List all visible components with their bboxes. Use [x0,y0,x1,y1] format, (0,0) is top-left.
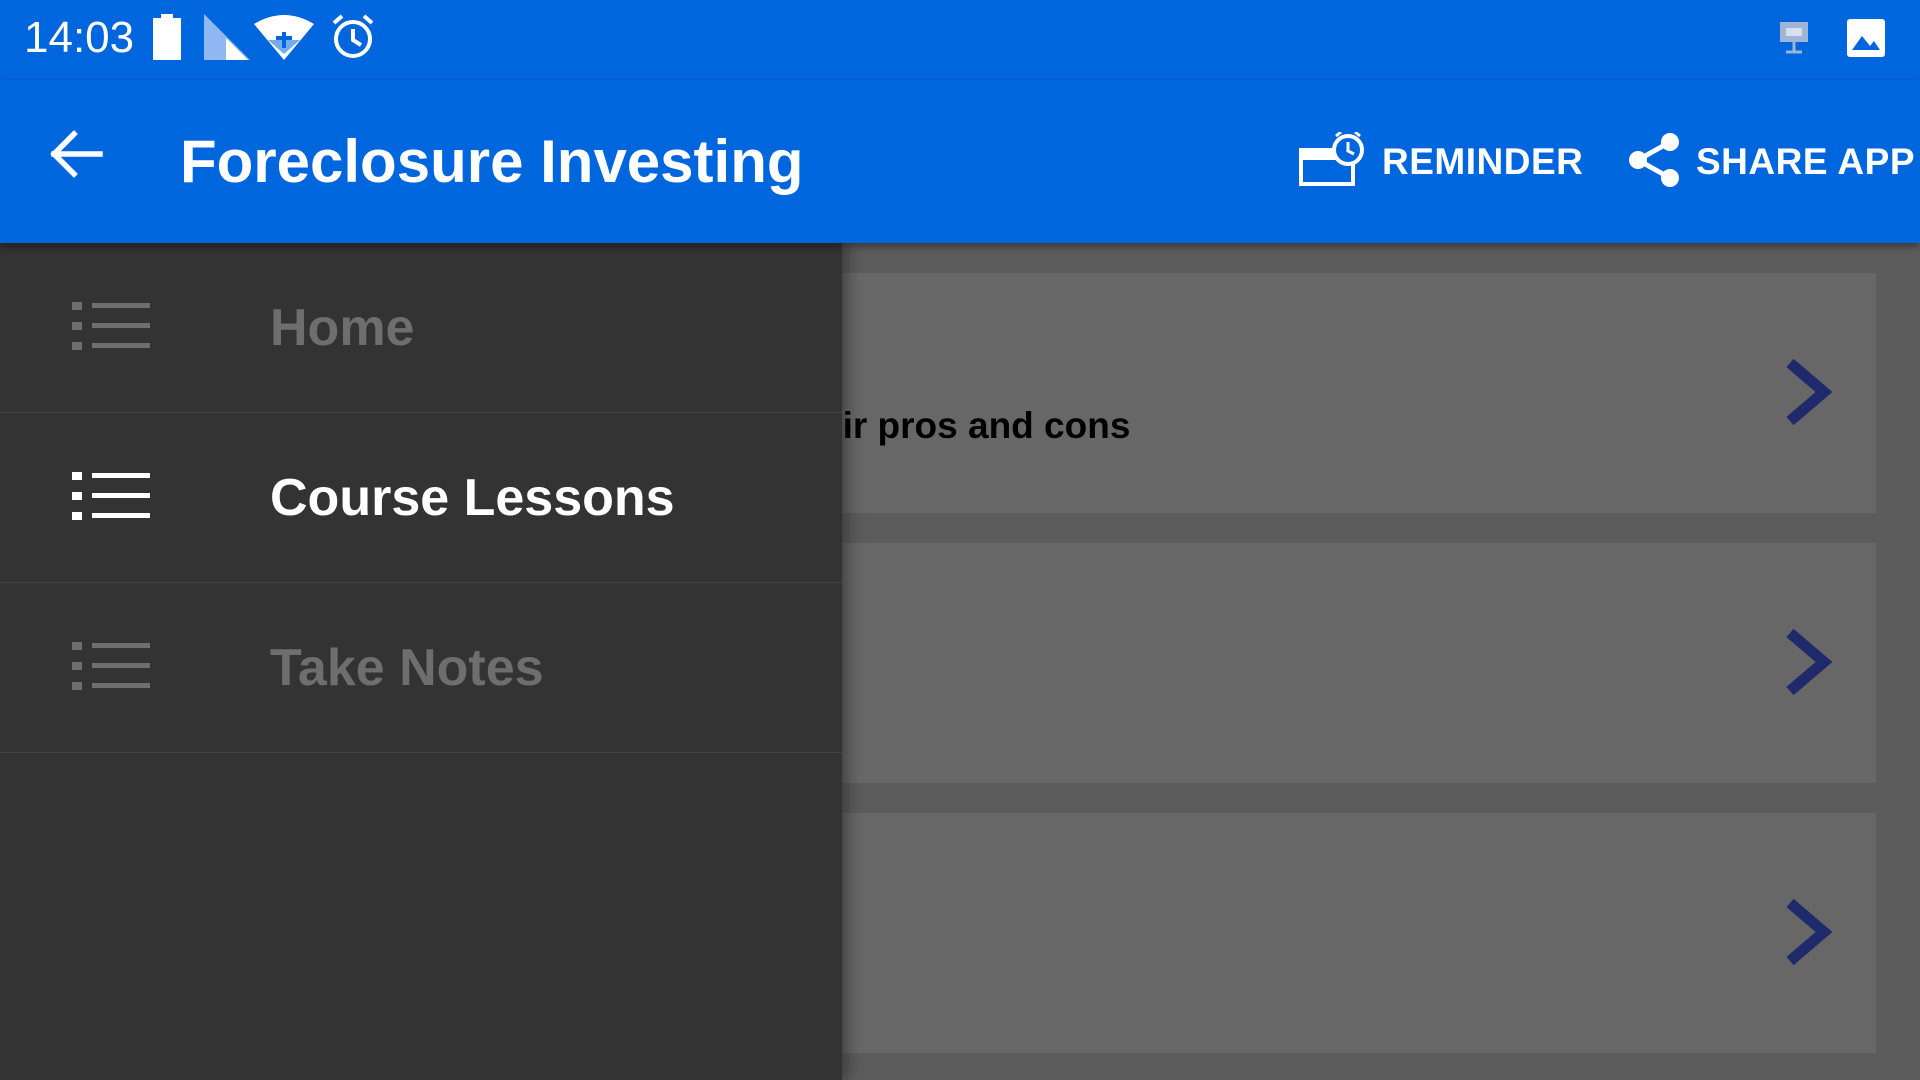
lesson-card[interactable]: s [822,813,1876,1053]
battery-icon [152,14,182,65]
app-bar: Foreclosure Investing REMINDER SHARE APP [0,80,1920,243]
signal-icon [204,14,250,65]
back-button[interactable] [48,126,118,196]
lesson-card[interactable]: eir pros and cons [822,273,1876,513]
cast-icon [1778,20,1810,61]
alarm-icon [330,14,376,65]
status-time: 14:03 [24,13,135,62]
drawer-item-label: Home [270,299,415,357]
list-icon [72,470,150,527]
app-title: Foreclosure Investing [180,128,804,195]
share-icon [1626,132,1682,193]
share-app-label: SHARE APP [1696,141,1916,182]
lesson-card-text: eir pros and cons [822,405,1131,446]
image-icon [1846,18,1886,63]
chevron-right-icon [1782,628,1833,700]
drawer-item-take-notes[interactable]: Take Notes [0,583,842,753]
lesson-card[interactable] [842,543,1876,783]
navigation-drawer: Home Course Lessons Take Notes [0,243,842,1080]
status-bar: 14:03 [0,0,1920,80]
drawer-item-home[interactable]: Home [0,243,842,413]
reminder-button[interactable]: REMINDER [1298,130,1583,194]
alarm-clock-icon [1298,130,1368,193]
drawer-item-course-lessons[interactable]: Course Lessons [0,413,842,583]
share-app-button[interactable]: SHARE APP [1626,130,1915,194]
chevron-right-icon [1782,358,1833,430]
drawer-item-label: Course Lessons [270,469,675,527]
reminder-label: REMINDER [1382,141,1584,182]
drawer-item-label: Take Notes [270,639,544,697]
list-icon [72,640,150,697]
chevron-right-icon [1782,898,1833,970]
list-icon [72,300,150,357]
arrow-back-icon [48,130,104,186]
wifi-icon [254,14,314,65]
